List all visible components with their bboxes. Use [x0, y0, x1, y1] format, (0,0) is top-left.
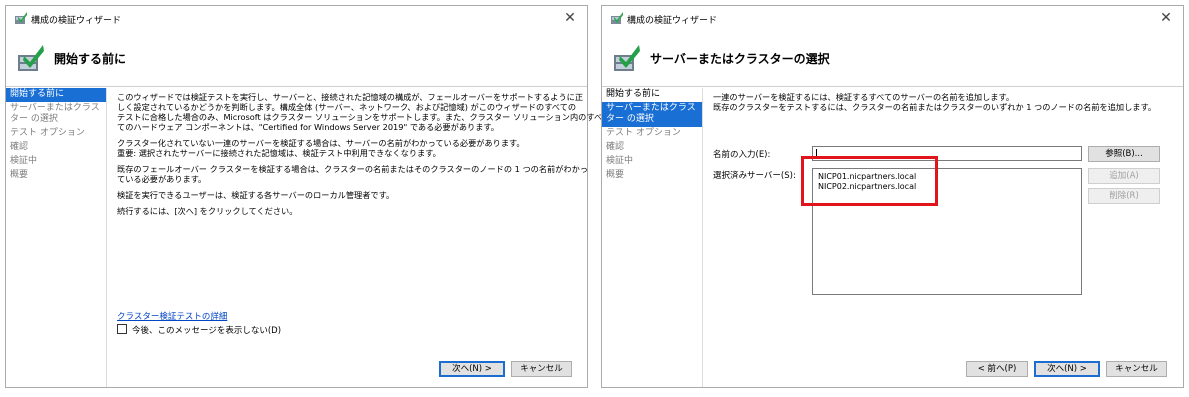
nav-step-before-you-begin[interactable]: 開始する前に [602, 88, 703, 102]
window-title: 構成の検証ウィザード [31, 16, 122, 26]
admin-note-paragraph: 検証を実行できるユーザーは、検証する各サーバーのローカル管理者です。 [117, 190, 577, 200]
text-line: 既存のフェールオーバー クラスターを検証する場合は、クラスターの名前またはそのク… [117, 164, 588, 174]
validation-wizard-icon [614, 45, 640, 71]
text-line: クラスター化されていない一連のサーバーを検証する場合は、サーバーの名前がわかって… [117, 138, 525, 148]
wizard-header: サーバーまたはクラスターの選択 [602, 30, 1183, 87]
dont-show-again-label: 今後、このメッセージを表示しない(D) [132, 326, 282, 336]
wizard-content: このウィザードでは検証テストを実行し、サーバーと、接続された記憶域の構成が、フェ… [117, 92, 603, 387]
cancel-button[interactable]: キャンセル [511, 361, 572, 377]
description-paragraph: このウィザードでは検証テストを実行し、サーバーと、接続された記憶域の構成が、フェ… [117, 92, 603, 132]
next-button[interactable]: 次へ(N) > [1034, 361, 1100, 377]
remove-button[interactable]: 削除(R) [1088, 188, 1160, 204]
wizard-steps: 開始する前に サーバーまたはクラスター の選択 テスト オプション 確認 検証中… [6, 88, 107, 387]
nav-step-confirmation[interactable]: 確認 [602, 141, 703, 155]
add-button[interactable]: 追加(A) [1088, 168, 1160, 184]
nav-step-confirmation[interactable]: 確認 [6, 141, 107, 155]
validation-wizard-window-select-servers: 構成の検証ウィザード ✕ サーバーまたはクラスターの選択 開始する前に サーバー… [601, 5, 1184, 388]
page-title: サーバーまたはクラスターの選択 [650, 52, 830, 66]
learn-more-link[interactable]: クラスター検証テストの詳細 [117, 310, 227, 322]
text-line: 検証を実行できるユーザーは、検証する各サーバーのローカル管理者です。 [117, 190, 395, 200]
browse-button[interactable]: 参照(B)... [1088, 146, 1160, 162]
dont-show-again-checkbox[interactable] [117, 324, 127, 334]
cluster-note-paragraph: 既存のフェールオーバー クラスターを検証する場合は、クラスターの名前またはそのク… [117, 164, 588, 184]
page-title: 開始する前に [54, 52, 127, 66]
text-line: 続行するには、[次へ] をクリックしてください。 [117, 206, 298, 216]
nav-step-test-options[interactable]: テスト オプション [6, 127, 107, 141]
intro-paragraph: 一連のサーバーを検証するには、検証するすべてのサーバーの名前を追加します。 既存… [713, 92, 1173, 112]
nav-step-before-you-begin[interactable]: 開始する前に [6, 88, 107, 102]
back-button[interactable]: < 前へ(P) [966, 361, 1028, 377]
text-line: 既存のクラスターをテストするには、クラスターの名前またはクラスターのいずれか 1… [713, 102, 1157, 112]
nav-step-validating[interactable]: 検証中 [602, 155, 703, 169]
text-line: しく設定されているかどうかを判断します。構成全体 (サーバー、ネットワーク、およ… [117, 102, 577, 112]
text-line: ている必要があります。 [117, 174, 207, 184]
text-line: 重要: 選択されたサーバーに接続された記憶域は、検証テスト中利用できなくなります… [117, 148, 441, 158]
nav-step-select-servers[interactable]: サーバーまたはクラスター の選択 [6, 102, 107, 127]
close-icon[interactable]: ✕ [561, 9, 579, 27]
nav-step-test-options[interactable]: テスト オプション [602, 127, 703, 141]
text-line: テストに合格した場合のみ、Microsoft はクラスター ソリューションをサポ… [117, 112, 603, 122]
nav-step-summary[interactable]: 概要 [6, 169, 107, 183]
text-line: このウィザードでは検証テストを実行し、サーバーと、接続された記憶域の構成が、フェ… [117, 92, 584, 102]
continue-note-paragraph: 続行するには、[次へ] をクリックしてください。 [117, 206, 577, 216]
cancel-button[interactable]: キャンセル [1106, 361, 1167, 377]
wizard-steps: 開始する前に サーバーまたはクラスター の選択 テスト オプション 確認 検証中… [602, 88, 703, 387]
title-bar: 構成の検証ウィザード ✕ [6, 6, 587, 30]
validation-wizard-window-start: 構成の検証ウィザード ✕ 開始する前に 開始する前に サーバーまたはクラスター … [5, 5, 603, 388]
nav-divider [106, 88, 107, 387]
server-note-paragraph: クラスター化されていない一連のサーバーを検証する場合は、サーバーの名前がわかって… [117, 138, 577, 158]
wizard-icon [15, 12, 27, 24]
validation-wizard-icon [18, 45, 44, 71]
title-bar: 構成の検証ウィザード ✕ [602, 6, 1183, 30]
nav-divider [702, 88, 703, 387]
nav-step-select-servers[interactable]: サーバーまたはクラスター の選択 [602, 102, 703, 127]
window-title: 構成の検証ウィザード [627, 16, 718, 26]
text-line: 一連のサーバーを検証するには、検証するすべてのサーバーの名前を追加します。 [713, 92, 1015, 102]
annotation-highlight-box [801, 156, 938, 206]
wizard-header: 開始する前に [6, 30, 587, 87]
name-label: 名前の入力(E): [713, 150, 771, 160]
wizard-icon [611, 12, 623, 24]
selected-servers-label: 選択済みサーバー(S): [713, 171, 796, 181]
next-button[interactable]: 次へ(N) > [439, 361, 505, 377]
nav-step-validating[interactable]: 検証中 [6, 155, 107, 169]
close-icon[interactable]: ✕ [1157, 9, 1175, 27]
nav-step-summary[interactable]: 概要 [602, 169, 703, 183]
text-line: てのハードウェア コンポーネントは、"Certified for Windows… [117, 122, 499, 132]
